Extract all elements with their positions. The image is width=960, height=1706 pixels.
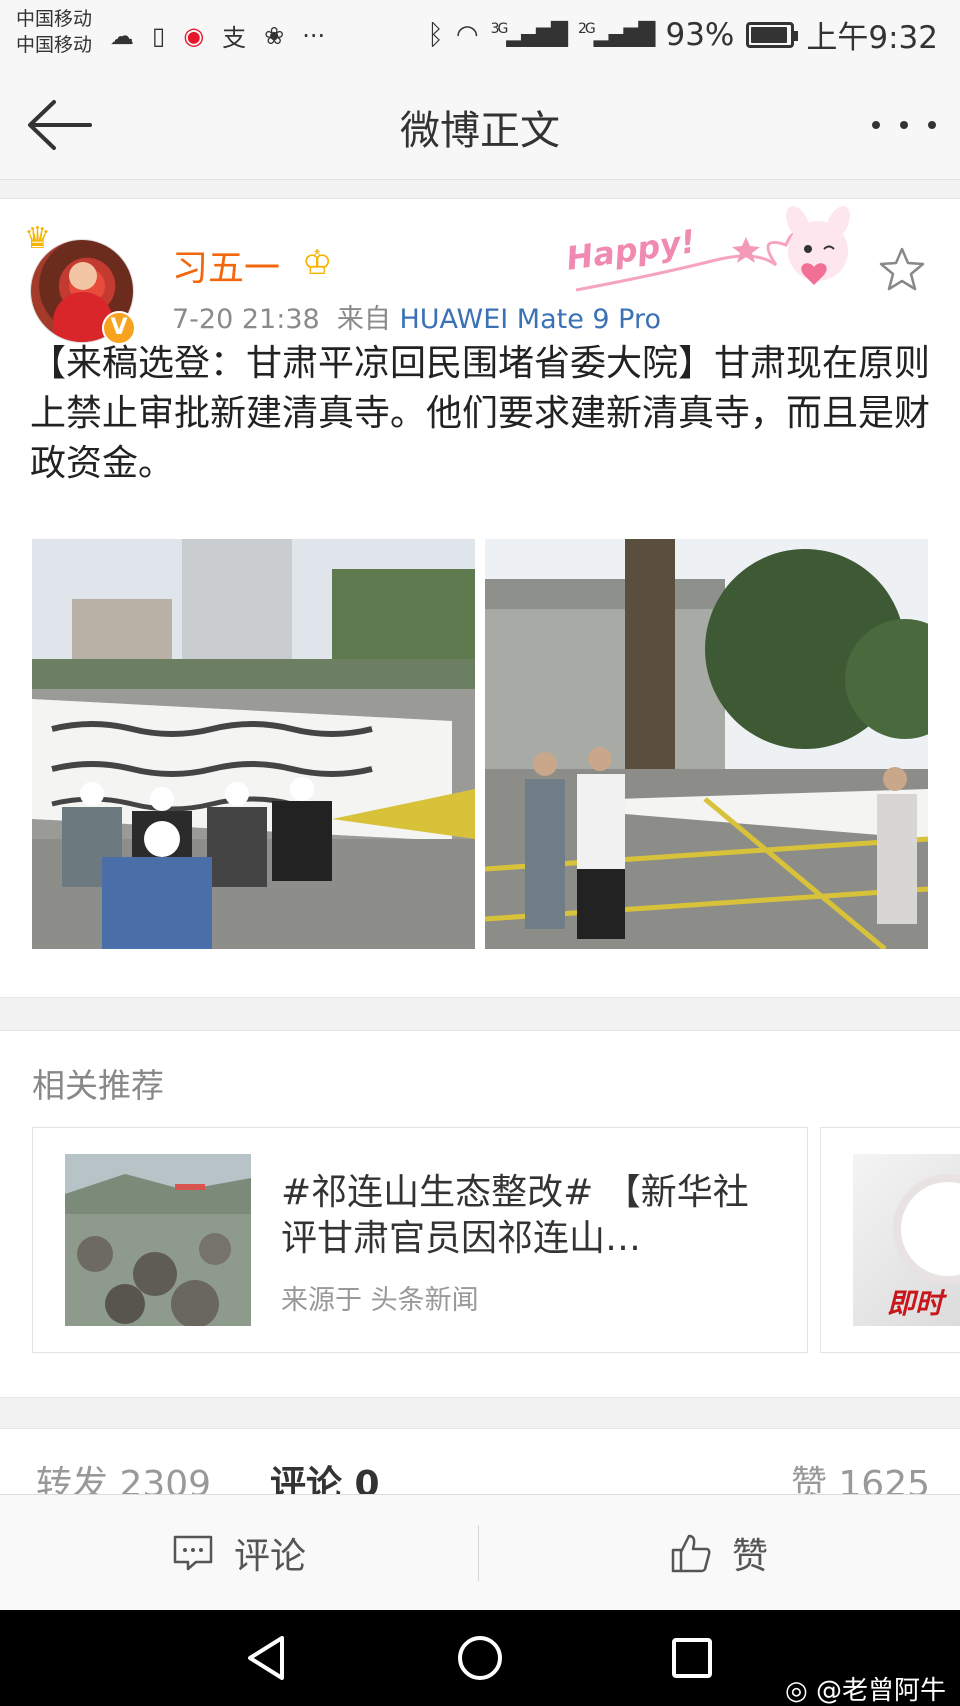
nav-back-button[interactable]: [242, 1632, 294, 1684]
carrier-1: 中国移动: [16, 8, 93, 30]
comment-count-tab[interactable]: 评论 0: [270, 1455, 380, 1494]
recommendation-thumbnail-2: 即时: [853, 1154, 960, 1326]
post-timestamp: 7-20 21:38: [172, 304, 320, 335]
dot-icon: [928, 121, 936, 129]
watermark-text: @老曾阿牛: [815, 1676, 946, 1706]
protest-image-2: [485, 539, 928, 949]
nav-recents-button[interactable]: [666, 1632, 718, 1684]
network-type-1: 3G: [490, 21, 509, 38]
bluetooth-icon: ᛒ: [427, 18, 444, 51]
watermark: ◎ @老曾阿牛: [785, 1670, 946, 1706]
divider: [478, 1525, 479, 1581]
recommendation-card[interactable]: #祁连山生态整改# 【新华社评甘肃官员因祁连山… 来源于 头条新闻: [32, 1127, 808, 1353]
protest-image-1: [32, 539, 475, 949]
dot-icon: [872, 121, 880, 129]
thumbs-up-icon: [671, 1534, 711, 1573]
signal-icon-2: 2G▂▄▆█: [578, 21, 655, 48]
protest-photo-1[interactable]: [32, 539, 475, 949]
more-notifications-icon: ···: [302, 21, 326, 50]
clock-image-icon: [893, 1174, 960, 1284]
related-section: 相关推荐 #祁连山生态整改# 【新华社评甘肃官员因祁连山… 来源于 头条新闻 即…: [0, 1030, 960, 1398]
action-bar: 评论 赞: [0, 1494, 960, 1610]
post-card: ♛ V 习五一 ♔ 7-20 21:38 来自 HUAWEI Mate 9 Pr…: [0, 198, 960, 998]
vip-crown-icon[interactable]: ♔: [302, 243, 332, 283]
related-title: 相关推荐: [32, 1066, 164, 1105]
network-type-2: 2G: [578, 21, 596, 38]
weibo-logo-icon: ◎: [785, 1676, 816, 1706]
clock: 上午9:32: [806, 20, 938, 56]
favorite-button[interactable]: [878, 245, 926, 293]
recommendation-card-2[interactable]: 即时: [820, 1127, 960, 1353]
user-name[interactable]: 习五一: [172, 239, 280, 291]
recommendation-thumbnail: [65, 1154, 251, 1326]
square-recents-icon: [672, 1638, 712, 1678]
shell-icon: ❀: [264, 21, 285, 50]
comment-icon: [173, 1535, 213, 1571]
weibo-icon: ◉: [183, 21, 205, 50]
device-link[interactable]: HUAWEI Mate 9 Pro: [399, 304, 661, 335]
like-button[interactable]: 赞: [480, 1495, 958, 1611]
recommendation-text: #祁连山生态整改# 【新华社评甘肃官员因祁连山…: [281, 1172, 749, 1259]
comment-button[interactable]: 评论: [0, 1495, 478, 1611]
comment-label: 评论: [233, 1536, 306, 1577]
carrier-info: 中国移动 中国移动: [16, 6, 92, 58]
circle-home-icon: [458, 1636, 502, 1680]
battery-icon: [746, 21, 799, 48]
signal-icon-1: 3G▂▄▆█: [490, 21, 568, 48]
page-title: 微博正文: [400, 108, 560, 154]
wifi-icon: ◠: [455, 19, 479, 50]
more-options-button[interactable]: [872, 110, 936, 140]
source-prefix: 来自: [336, 304, 391, 335]
status-bar: 中国移动 中国移动 ☁ ▯ ◉ 支 ❀ ··· ᛒ ◠ 3G▂▄▆█ 2G▂▄▆…: [0, 0, 960, 70]
battery-saver-icon: ▯: [152, 21, 166, 50]
battery-fill: [751, 26, 787, 43]
cloud-icon: ☁: [110, 21, 134, 50]
star-icon: [879, 247, 925, 291]
protest-photo-2[interactable]: [485, 539, 928, 949]
like-label: 赞: [731, 1536, 768, 1577]
title-bar: 微博正文: [0, 70, 960, 180]
dot-icon: [900, 121, 908, 129]
photo-grid: [32, 539, 928, 949]
repost-count-tab[interactable]: 转发 2309: [36, 1455, 211, 1494]
battery-percent: 93%: [665, 16, 735, 53]
notification-icons: ☁ ▯ ◉ 支 ❀ ···: [110, 18, 325, 53]
like-count-tab[interactable]: 赞 1625: [791, 1455, 930, 1494]
post-text: 【来稿选登：甘肃平凉回民围堵省委大院】甘肃现在原则上禁止审批新建清真寺。他们要求…: [30, 343, 931, 484]
engagement-stats: 转发 2309 评论 0 赞 1625: [0, 1428, 960, 1494]
alipay-icon: 支: [222, 24, 247, 52]
nav-home-button[interactable]: [454, 1632, 506, 1684]
avatar-container[interactable]: ♛ V: [24, 221, 136, 345]
carrier-2: 中国移动: [16, 34, 93, 56]
crown-icon: ♛: [24, 221, 51, 256]
recommendation-thumb-text: 即时: [887, 1287, 944, 1320]
recommendation-source: 来源于 头条新闻: [281, 1285, 479, 1316]
status-right: ᛒ ◠ 3G▂▄▆█ 2G▂▄▆█ 93% 上午9:32: [427, 12, 938, 57]
triangle-back-icon: [248, 1636, 284, 1680]
mountain-thumbnail-image: [65, 1154, 251, 1326]
